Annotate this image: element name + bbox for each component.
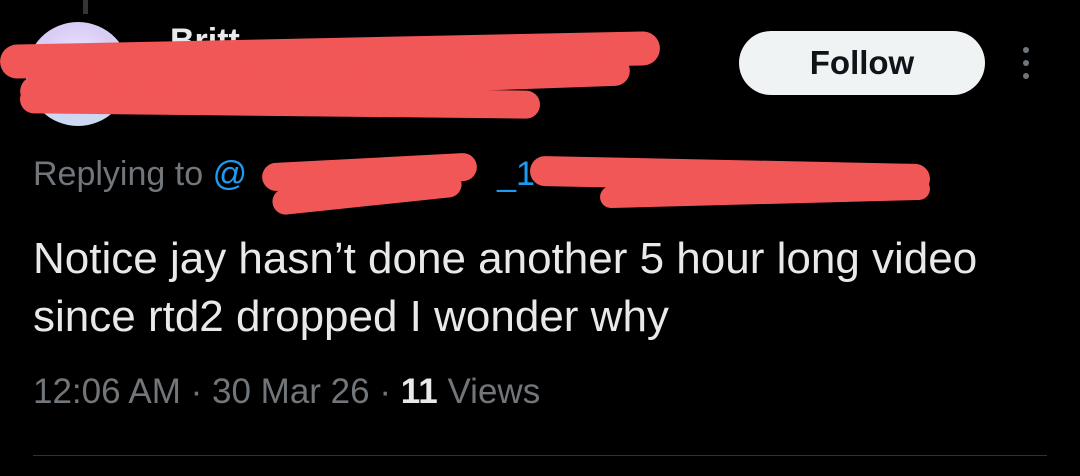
tweet-time[interactable]: 12:06 AM <box>33 372 181 411</box>
mention-1-at: @ <box>212 155 248 193</box>
divider <box>33 455 1047 456</box>
more-dot <box>1023 47 1029 53</box>
redaction-mark <box>19 85 541 119</box>
more-dot <box>1023 60 1029 66</box>
more-vertical-icon[interactable] <box>1006 38 1046 88</box>
thread-connector-line <box>83 0 88 14</box>
follow-button[interactable]: Follow <box>739 31 985 95</box>
meta-separator: · <box>190 372 203 411</box>
more-dot <box>1023 73 1029 79</box>
meta-separator: · <box>379 372 391 411</box>
views-label: Views <box>447 372 541 411</box>
tweet-text: Notice jay hasn’t done another 5 hour lo… <box>33 234 978 341</box>
tweet-meta: 12:06 AM · 30 Mar 26 · 11 Views <box>33 372 540 412</box>
tweet-detail: Britt @ Follow Replying to @_18 and @ No… <box>0 0 1080 476</box>
replying-prefix: Replying to <box>33 155 204 193</box>
views-count: 11 <box>400 372 438 411</box>
tweet-date[interactable]: 30 Mar 26 <box>212 372 370 411</box>
